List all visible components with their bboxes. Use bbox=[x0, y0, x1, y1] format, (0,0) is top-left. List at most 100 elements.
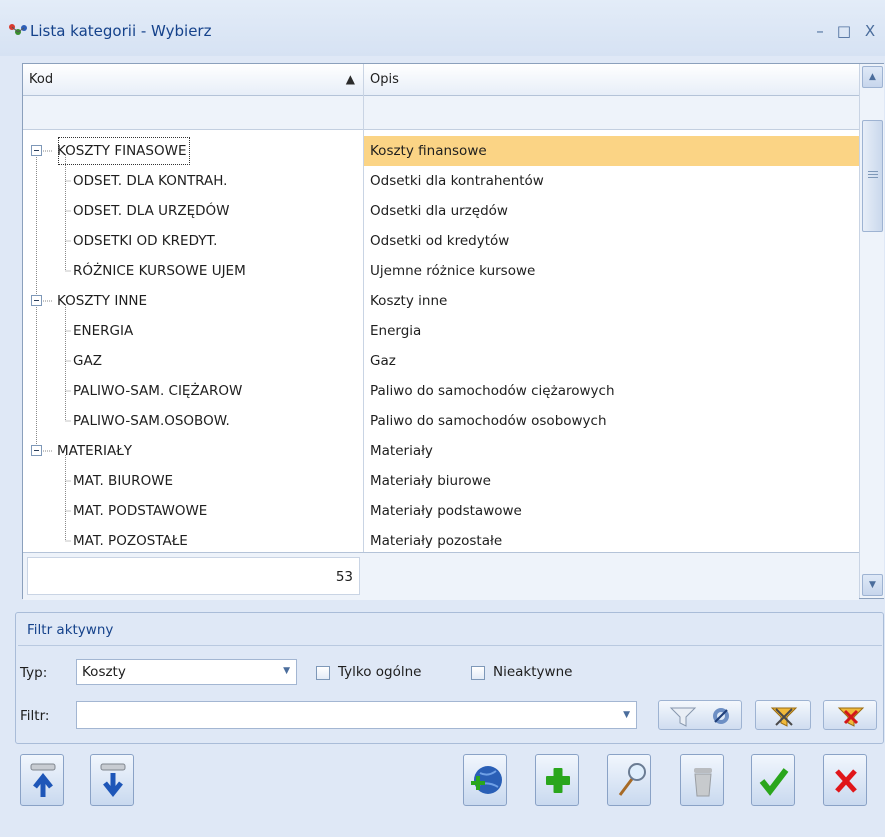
scroll-down-button[interactable]: ▼ bbox=[862, 574, 883, 596]
export-button[interactable] bbox=[90, 754, 134, 806]
column-separator bbox=[363, 64, 364, 600]
table-row[interactable]: PALIWO-SAM.OSOBOW. Paliwo do samochodów o… bbox=[23, 406, 859, 436]
row-code: PALIWO-SAM. CIĘŻAROW bbox=[73, 383, 243, 399]
table-row[interactable]: ODSET. DLA URZĘDÓW Odsetki dla urzędów bbox=[23, 196, 859, 226]
only-general-checkbox[interactable] bbox=[316, 666, 330, 680]
table-row[interactable]: PALIWO-SAM. CIĘŻAROW Paliwo do samochodów… bbox=[23, 376, 859, 406]
type-select[interactable]: Koszty ▼ bbox=[76, 659, 297, 685]
table-row[interactable]: MAT. PODSTAWOWE Materiały podstawowe bbox=[23, 496, 859, 526]
row-description: Ujemne różnice kursowe bbox=[370, 263, 536, 279]
table-row[interactable]: ENERGIA Energia bbox=[23, 316, 859, 346]
row-code: RÓŻNICE KURSOWE UJEM bbox=[73, 263, 246, 279]
filter-wizard-icon bbox=[770, 707, 798, 727]
row-description: Odsetki dla kontrahentów bbox=[370, 173, 544, 189]
close-button[interactable]: X bbox=[858, 20, 882, 42]
divider bbox=[18, 645, 882, 646]
title-bar: Lista kategorii - Wybierz – □ X bbox=[0, 0, 885, 56]
table-row[interactable]: RÓŻNICE KURSOWE UJEM Ujemne różnice kurso… bbox=[23, 256, 859, 286]
code-filter-cell[interactable] bbox=[23, 96, 363, 130]
table-row[interactable]: KOSZTY INNE Koszty inne bbox=[23, 286, 859, 316]
clear-filter-icon bbox=[837, 707, 865, 727]
import-button[interactable] bbox=[20, 754, 64, 806]
row-description: Koszty finansowe bbox=[363, 136, 859, 166]
inactive-checkbox[interactable] bbox=[471, 666, 485, 680]
table-row[interactable]: ODSET. DLA KONTRAH. Odsetki dla kontrahen… bbox=[23, 166, 859, 196]
preview-icon bbox=[618, 763, 646, 796]
record-count: 53 bbox=[27, 557, 360, 595]
row-code: KOSZTY INNE bbox=[57, 293, 148, 309]
clear-filter-button[interactable] bbox=[823, 700, 877, 730]
scroll-up-button[interactable]: ▲ bbox=[862, 66, 883, 88]
filter-panel-title: Filtr aktywny bbox=[27, 622, 114, 638]
table-row[interactable]: MAT. POZOSTAŁE Materiały pozostałe bbox=[23, 526, 859, 552]
table-row[interactable]: KOSZTY FINASOWE Koszty finansowe bbox=[23, 136, 859, 166]
row-code: MATERIAŁY bbox=[57, 443, 133, 459]
minimize-button[interactable]: – bbox=[808, 20, 832, 42]
category-icon bbox=[9, 24, 27, 35]
row-description: Materiały bbox=[370, 443, 433, 459]
row-code: PALIWO-SAM.OSOBOW. bbox=[73, 413, 230, 429]
add-global-button[interactable] bbox=[463, 754, 507, 806]
description-filter-cell[interactable] bbox=[364, 96, 859, 130]
funnel-icon bbox=[669, 707, 697, 727]
chevron-down-icon: ▼ bbox=[283, 666, 290, 676]
row-description: Materiały pozostałe bbox=[370, 533, 503, 549]
filter-input[interactable]: ▼ bbox=[76, 701, 637, 729]
row-code: MAT. POZOSTAŁE bbox=[73, 533, 188, 549]
category-grid[interactable]: Kod ▲ Opis KOSZTY FINASOWE Koszty finanso… bbox=[22, 63, 884, 600]
type-label: Typ: bbox=[20, 665, 48, 681]
row-code: ODSET. DLA URZĘDÓW bbox=[73, 203, 230, 219]
grip-icon bbox=[868, 171, 878, 178]
filter-builder-button[interactable] bbox=[658, 700, 742, 730]
filter-wizard-button[interactable] bbox=[755, 700, 811, 730]
row-description: Odsetki od kredytów bbox=[370, 233, 510, 249]
row-code: ENERGIA bbox=[73, 323, 134, 339]
cancel-button[interactable] bbox=[823, 754, 867, 806]
add-icon bbox=[546, 768, 570, 793]
confirm-icon bbox=[759, 768, 789, 796]
window-title: Lista kategorii - Wybierz bbox=[30, 22, 212, 40]
row-description: Materiały podstawowe bbox=[370, 503, 522, 519]
vertical-scrollbar[interactable]: ▲ ▼ bbox=[859, 64, 884, 598]
table-row[interactable]: MAT. BIUROWE Materiały biurowe bbox=[23, 466, 859, 496]
export-icon bbox=[100, 763, 126, 798]
maximize-button[interactable]: □ bbox=[832, 20, 856, 42]
column-header-code[interactable]: Kod ▲ bbox=[23, 64, 363, 96]
row-code: MAT. BIUROWE bbox=[73, 473, 174, 489]
row-code: ODSET. DLA KONTRAH. bbox=[73, 173, 228, 189]
table-row[interactable]: GAZ Gaz bbox=[23, 346, 859, 376]
row-code: GAZ bbox=[73, 353, 102, 369]
type-select-value: Koszty bbox=[82, 664, 126, 680]
grid-rows: KOSZTY FINASOWE Koszty finansowe ODSET. DL… bbox=[23, 136, 859, 552]
add-button[interactable] bbox=[535, 754, 579, 806]
chevron-down-icon: ▼ bbox=[623, 710, 630, 720]
only-general-label: Tylko ogólne bbox=[338, 664, 422, 680]
preview-button[interactable] bbox=[607, 754, 651, 806]
row-description: Odsetki dla urzędów bbox=[370, 203, 508, 219]
delete-icon bbox=[694, 768, 712, 797]
row-description: Paliwo do samochodów osobowych bbox=[370, 413, 607, 429]
row-description: Paliwo do samochodów ciężarowych bbox=[370, 383, 615, 399]
column-header-code-label: Kod bbox=[29, 72, 54, 87]
grid-footer: 53 bbox=[23, 552, 859, 600]
row-code: ODSETKI OD KREDYT. bbox=[73, 233, 218, 249]
row-description: Gaz bbox=[370, 353, 396, 369]
column-header-description[interactable]: Opis bbox=[364, 64, 859, 96]
scroll-thumb[interactable] bbox=[862, 120, 883, 232]
row-description: Energia bbox=[370, 323, 422, 339]
row-description: Koszty inne bbox=[370, 293, 448, 309]
cancel-icon bbox=[835, 769, 857, 793]
row-description: Materiały biurowe bbox=[370, 473, 491, 489]
row-code: MAT. PODSTAWOWE bbox=[73, 503, 208, 519]
build-filter-icon bbox=[713, 708, 729, 724]
import-icon bbox=[30, 763, 56, 797]
delete-button[interactable] bbox=[680, 754, 724, 806]
table-row[interactable]: ODSETKI OD KREDYT. Odsetki od kredytów bbox=[23, 226, 859, 256]
confirm-button[interactable] bbox=[751, 754, 795, 806]
row-code: KOSZTY FINASOWE bbox=[57, 136, 191, 166]
sort-ascending-icon: ▲ bbox=[345, 72, 355, 86]
column-header-description-label: Opis bbox=[370, 72, 399, 87]
inactive-label: Nieaktywne bbox=[493, 664, 573, 680]
table-row[interactable]: MATERIAŁY Materiały bbox=[23, 436, 859, 466]
filter-label: Filtr: bbox=[20, 708, 50, 724]
